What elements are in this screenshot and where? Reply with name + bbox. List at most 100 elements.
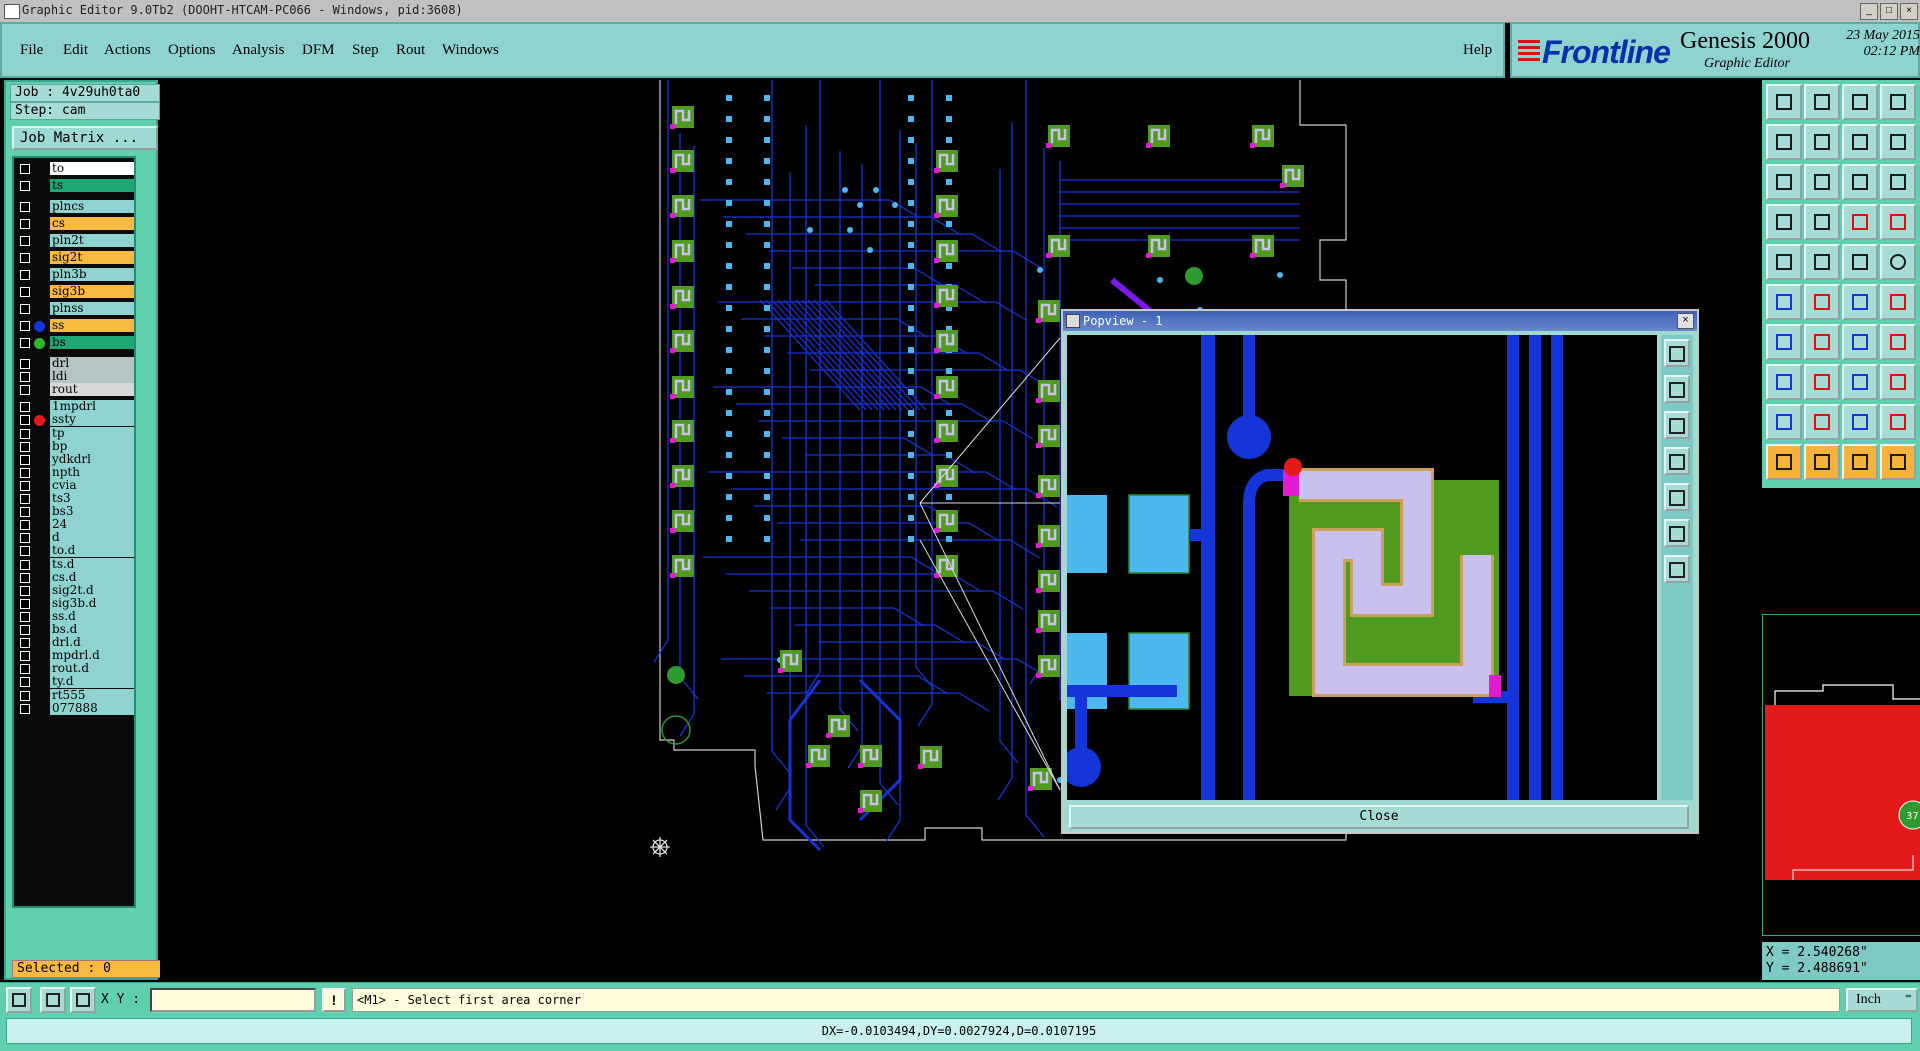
layer-row[interactable]: rout.d (16, 662, 134, 676)
triangle-b-icon[interactable] (1842, 404, 1878, 440)
layer-row[interactable]: plnss (16, 302, 134, 316)
help-icon[interactable] (1880, 164, 1916, 200)
layer-name[interactable]: plnss (50, 302, 134, 315)
layer-checkbox[interactable] (20, 467, 30, 478)
layer-row[interactable]: 077888 (16, 701, 134, 716)
layer-checkbox[interactable] (20, 402, 30, 413)
scroll-icon[interactable] (1880, 124, 1916, 160)
layer-name[interactable]: plncs (50, 200, 134, 213)
redraw-icon[interactable] (1842, 124, 1878, 160)
line-icon[interactable] (1766, 324, 1802, 360)
layer-checkbox[interactable] (20, 270, 30, 280)
warning-button[interactable]: ! (322, 988, 346, 1012)
layer-name[interactable]: pln2t (50, 234, 134, 247)
layer-checkbox[interactable] (20, 651, 30, 662)
select-feature-icon[interactable] (1766, 244, 1802, 280)
layer-name[interactable]: ss.d (50, 609, 134, 623)
layer-name[interactable]: tp (50, 426, 134, 440)
layer-name[interactable]: npth (50, 465, 134, 479)
layer-row[interactable]: bs (16, 336, 134, 350)
board-minimap[interactable]: 37 (1762, 614, 1920, 936)
home-icon[interactable] (1842, 84, 1878, 120)
layer-name[interactable]: cvia (50, 478, 134, 492)
layer-checkbox[interactable] (20, 559, 30, 570)
menu-options[interactable]: Options (168, 42, 216, 59)
layer-name[interactable]: ty.d (50, 675, 134, 689)
layer-checkbox[interactable] (20, 507, 30, 518)
layer-checkbox[interactable] (20, 372, 30, 383)
layer-name[interactable]: pln3b (50, 268, 134, 281)
layer-checkbox[interactable] (20, 219, 30, 229)
menu-help[interactable]: Help (1463, 42, 1492, 59)
layer-checkbox[interactable] (20, 338, 30, 348)
step-down-icon[interactable] (1804, 84, 1840, 120)
grid-icon[interactable] (70, 987, 96, 1013)
minimize-button[interactable]: _ (1860, 3, 1878, 20)
snap-icon[interactable] (6, 987, 32, 1013)
xy-input[interactable] (150, 988, 316, 1012)
layer-checkbox[interactable] (20, 428, 30, 439)
layer-checkbox[interactable] (20, 520, 30, 531)
popview-pan-left-icon[interactable] (1664, 447, 1690, 475)
layer-name[interactable]: 1mpdrl (50, 400, 134, 414)
layer-checkbox[interactable] (20, 546, 30, 557)
layer-checkbox[interactable] (20, 321, 30, 331)
pan-right-icon[interactable] (1804, 124, 1840, 160)
layer-name[interactable]: rout.d (50, 662, 134, 676)
layer-checkbox[interactable] (20, 253, 30, 263)
layer-checkbox[interactable] (20, 441, 30, 452)
layer-name[interactable]: drl.d (50, 636, 134, 650)
layer-name[interactable]: rout (50, 383, 134, 397)
layer-checkbox[interactable] (20, 703, 30, 714)
layer-checkbox[interactable] (20, 638, 30, 649)
layer-checkbox[interactable] (20, 585, 30, 596)
layer-checkbox[interactable] (20, 385, 30, 396)
menu-actions[interactable]: Actions (104, 42, 151, 59)
layer-checkbox[interactable] (20, 690, 30, 701)
layer-name[interactable]: bs3 (50, 505, 134, 519)
layer-name[interactable]: 24 (50, 518, 134, 532)
layer-row[interactable]: 24 (16, 518, 134, 532)
ruler-icon[interactable] (1842, 244, 1878, 280)
layer-row[interactable]: cs (16, 217, 134, 231)
layer-name[interactable]: bs (50, 336, 134, 349)
layer-name[interactable]: cs.d (50, 570, 134, 584)
layer-row[interactable]: ss (16, 319, 134, 333)
arc-icon[interactable] (1842, 324, 1878, 360)
zoom-1-2-icon[interactable] (1842, 164, 1878, 200)
layer-name[interactable]: sig2t.d (50, 583, 134, 597)
layer-checkbox[interactable] (20, 304, 30, 314)
menu-step[interactable]: Step (352, 42, 379, 59)
slash-icon[interactable] (1804, 324, 1840, 360)
layer-row[interactable]: ts (16, 179, 134, 193)
menu-dfm[interactable]: DFM (302, 42, 335, 59)
layer-name[interactable]: drl (50, 357, 134, 370)
layers-icon[interactable] (1880, 84, 1916, 120)
triangle-c-icon[interactable] (1880, 404, 1916, 440)
pointer-red-icon[interactable] (1804, 444, 1840, 480)
app-icon[interactable] (4, 4, 20, 19)
grid-icon[interactable] (1804, 204, 1840, 240)
menu-edit[interactable]: Edit (63, 42, 88, 59)
measure-icon[interactable] (1842, 364, 1878, 400)
unit-select[interactable]: Inch ⁼ (1846, 988, 1918, 1012)
popview-zoom-fit-icon[interactable] (1664, 339, 1690, 367)
layer-name[interactable]: sig3b.d (50, 596, 134, 610)
zoom-fit-icon[interactable] (1766, 164, 1802, 200)
snap-red-icon[interactable] (1842, 204, 1878, 240)
triangle-a-icon[interactable] (1804, 404, 1840, 440)
layer-row[interactable]: to.d (16, 544, 134, 558)
layer-name[interactable]: bp (50, 439, 134, 453)
layer-name[interactable]: sig3b (50, 285, 134, 298)
pointer-multi-icon[interactable] (1880, 444, 1916, 480)
menu-analysis[interactable]: Analysis (232, 42, 285, 59)
layer-row[interactable]: tp (16, 426, 134, 441)
layer-checkbox[interactable] (20, 572, 30, 583)
layer-name[interactable]: ydkdrl (50, 452, 134, 466)
layer-checkbox[interactable] (20, 415, 30, 426)
layer-row[interactable]: sig2t (16, 251, 134, 265)
layer-checkbox[interactable] (20, 664, 30, 675)
pad-group-icon[interactable] (1880, 364, 1916, 400)
layer-row[interactable]: pln2t (16, 234, 134, 248)
zoom-center-icon[interactable] (1804, 164, 1840, 200)
